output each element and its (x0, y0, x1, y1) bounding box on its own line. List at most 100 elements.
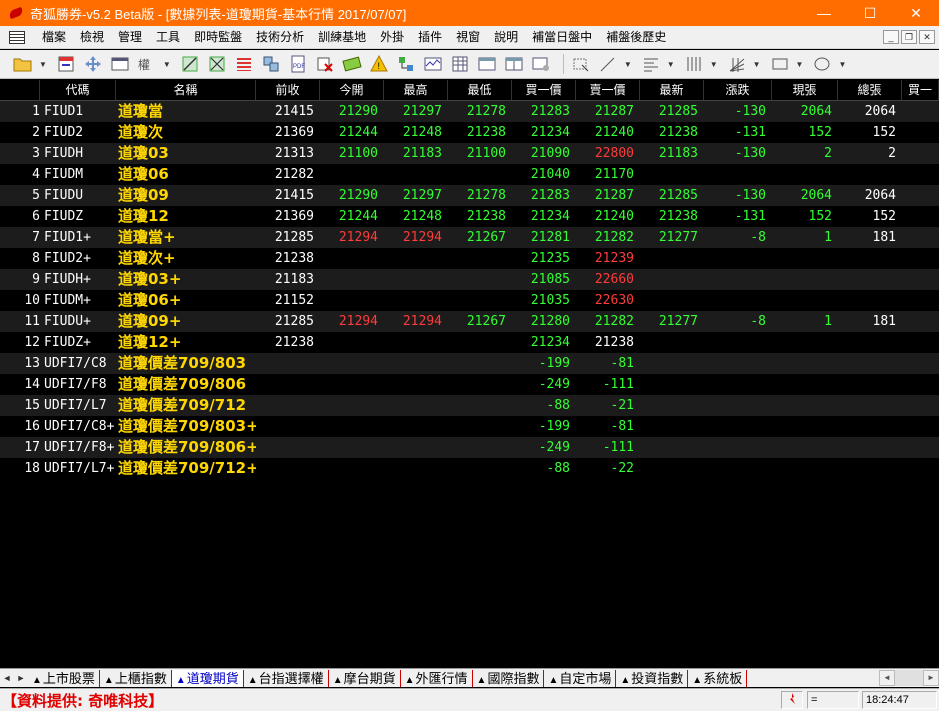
table-row[interactable]: 9 FIUDH+ 道瓊03+ 21183 21085 22660 (0, 269, 939, 290)
table-row[interactable]: 7 FIUD1+ 道瓊當+ 21285 21294 21294 21267 21281 2128… (0, 227, 939, 248)
sheet-tab[interactable]: ▲道瓊期貨 (171, 669, 244, 687)
column-header[interactable]: 最高 (384, 80, 448, 101)
menu-item[interactable]: 工具 (149, 26, 187, 49)
pdf-document-icon[interactable]: PDF (287, 53, 309, 75)
tab-prev-icon[interactable]: ◄ (0, 670, 14, 687)
menu-item[interactable]: 檢視 (73, 26, 111, 49)
warrant-dropdown-icon[interactable]: ▼ (163, 60, 171, 69)
table-row[interactable]: 1 FIUD1 道瓊當 21415 21290 21297 21278 21283 21287 2… (0, 101, 939, 122)
fan-dropdown-icon[interactable]: ▼ (753, 60, 761, 69)
scroll-left-icon[interactable]: ◄ (879, 670, 895, 686)
sheet-tab[interactable]: ▲上市股票 (28, 669, 100, 687)
column-header[interactable]: 最新 (640, 80, 704, 101)
table-row[interactable]: 18 UDFI7/L7+ 道瓊價差709/712+ -88 -22 (0, 458, 939, 479)
menu-item[interactable]: 即時監盤 (187, 26, 249, 49)
menu-item[interactable]: 技術分析 (249, 26, 311, 49)
menu-item[interactable]: 視窗 (449, 26, 487, 49)
line-tool-icon[interactable] (597, 53, 619, 75)
column-header[interactable]: 前收 (256, 80, 320, 101)
table-row[interactable]: 8 FIUD2+ 道瓊次+ 21238 21235 21239 (0, 248, 939, 269)
horizontal-scrollbar[interactable]: ◄ ► (879, 670, 939, 686)
sheet-tab[interactable]: ▲國際指數 (473, 669, 545, 687)
scroll-right-icon[interactable]: ► (923, 670, 939, 686)
rectangle-tool-icon[interactable] (769, 53, 791, 75)
column-header[interactable]: 代碼 (40, 80, 116, 101)
vertical-lines-icon[interactable] (683, 53, 705, 75)
rectangle-dropdown-icon[interactable]: ▼ (796, 60, 804, 69)
close-button[interactable]: ✕ (893, 0, 939, 26)
maximize-button[interactable]: ☐ (847, 0, 893, 26)
fan-lines-icon[interactable] (726, 53, 748, 75)
split-window-icon[interactable] (503, 53, 525, 75)
column-header[interactable]: 漲跌 (704, 80, 772, 101)
menu-item[interactable]: 補當日盤中 (525, 26, 599, 49)
column-header[interactable] (0, 80, 40, 101)
table-row[interactable]: 12 FIUDZ+ 道瓊12+ 21238 21234 21238 (0, 332, 939, 353)
tab-next-icon[interactable]: ► (14, 670, 28, 687)
fox-app-icon[interactable] (8, 5, 24, 21)
table-row[interactable]: 16 UDFI7/C8+ 道瓊價差709/803+ -199 -81 (0, 416, 939, 437)
table-row[interactable]: 13 UDFI7/C8 道瓊價差709/803 -199 -81 (0, 353, 939, 374)
menu-item[interactable]: 訓練基地 (311, 26, 373, 49)
chart-grid-2-icon[interactable] (206, 53, 228, 75)
wave-chart-icon[interactable] (422, 53, 444, 75)
fib-dropdown-icon[interactable]: ▼ (667, 60, 675, 69)
open-dropdown-icon[interactable]: ▼ (39, 60, 47, 69)
chart-grid-icon[interactable] (179, 53, 201, 75)
mdi-close-button[interactable]: ✕ (919, 30, 935, 44)
draw-select-icon[interactable] (570, 53, 592, 75)
line-dropdown-icon[interactable]: ▼ (624, 60, 632, 69)
column-header[interactable]: 總張 (838, 80, 902, 101)
table-row[interactable]: 15 UDFI7/L7 道瓊價差709/712 -88 -21 (0, 395, 939, 416)
table-row[interactable]: 2 FIUD2 道瓊次 21369 21244 21248 21238 21234 21240 2… (0, 122, 939, 143)
column-header[interactable]: 買一 (902, 80, 939, 101)
ellipse-dropdown-icon[interactable]: ▼ (838, 60, 846, 69)
table-row[interactable]: 10 FIUDM+ 道瓊06+ 21152 21035 22630 (0, 290, 939, 311)
sheet-tab[interactable]: ▲摩台期貨 (329, 669, 401, 687)
mdi-restore-button[interactable]: ❐ (901, 30, 917, 44)
menu-item[interactable]: 說明 (487, 26, 525, 49)
table-row[interactable]: 5 FIUDU 道瓊09 21415 21290 21297 21278 21283 21287… (0, 185, 939, 206)
column-header[interactable]: 今開 (320, 80, 384, 101)
table-icon[interactable] (449, 53, 471, 75)
table-row[interactable]: 11 FIUDU+ 道瓊09+ 21285 21294 21294 21267 21280 21… (0, 311, 939, 332)
menu-item[interactable]: 補盤後歷史 (599, 26, 673, 49)
menu-item[interactable]: 檔案 (35, 26, 73, 49)
fib-lines-icon[interactable] (640, 53, 662, 75)
money-icon[interactable] (341, 53, 363, 75)
copy-windows-icon[interactable] (260, 53, 282, 75)
delete-icon[interactable] (314, 53, 336, 75)
list-icon[interactable] (233, 53, 255, 75)
menu-item[interactable]: 插件 (411, 26, 449, 49)
sheet-tab[interactable]: ▲上櫃指數 (100, 669, 172, 687)
column-header[interactable]: 現張 (772, 80, 838, 101)
ellipse-tool-icon[interactable] (811, 53, 833, 75)
save-sheet-icon[interactable] (55, 53, 77, 75)
warning-icon[interactable]: ! (368, 53, 390, 75)
table-row[interactable]: 4 FIUDM 道瓊06 21282 21040 21170 (0, 164, 939, 185)
sheet-tab[interactable]: ▲系統板 (688, 669, 748, 687)
sheet-tab[interactable]: ▲自定市場 (544, 669, 617, 687)
column-header[interactable]: 最低 (448, 80, 512, 101)
menu-item[interactable]: 管理 (111, 26, 149, 49)
column-header[interactable]: 買一價 (512, 80, 576, 101)
warrant-icon[interactable]: 權 (136, 53, 158, 75)
column-header[interactable]: 賣一價 (576, 80, 640, 101)
mdi-minimize-button[interactable]: _ (883, 30, 899, 44)
column-header[interactable]: 名稱 (116, 80, 256, 101)
menu-item[interactable]: 外掛 (373, 26, 411, 49)
sheet-tab[interactable]: ▲投資指數 (616, 669, 689, 687)
scroll-track[interactable] (895, 670, 923, 686)
window-layout-icon[interactable] (109, 53, 131, 75)
network-icon[interactable] (395, 53, 417, 75)
table-row[interactable]: 3 FIUDH 道瓊03 21313 21100 21183 21100 21090 22800… (0, 143, 939, 164)
move-arrows-icon[interactable] (82, 53, 104, 75)
table-row[interactable]: 6 FIUDZ 道瓊12 21369 21244 21248 21238 21234 21240… (0, 206, 939, 227)
table-row[interactable]: 14 UDFI7/F8 道瓊價差709/806 -249 -111 (0, 374, 939, 395)
document-menu-icon[interactable] (9, 30, 25, 44)
window-icon[interactable] (476, 53, 498, 75)
table-row[interactable]: 17 UDFI7/F8+ 道瓊價差709/806+ -249 -111 (0, 437, 939, 458)
open-folder-icon[interactable] (12, 53, 34, 75)
vertical-dropdown-icon[interactable]: ▼ (710, 60, 718, 69)
sheet-tab[interactable]: ▲外匯行情 (401, 669, 473, 687)
